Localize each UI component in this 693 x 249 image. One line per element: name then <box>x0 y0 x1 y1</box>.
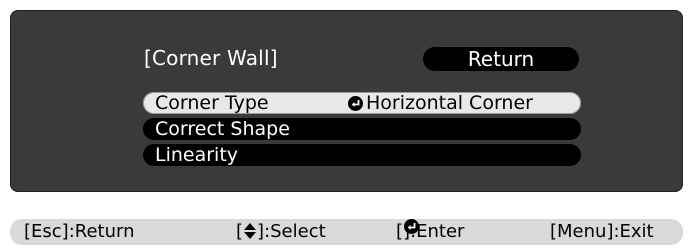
footer-select-hint: [ ]:Select <box>236 219 326 245</box>
return-button[interactable]: Return <box>423 47 579 71</box>
menu-action-label: :Exit <box>613 221 654 242</box>
menu-item-linearity[interactable]: Linearity <box>143 144 581 166</box>
menu-title: [Corner Wall] <box>144 46 278 70</box>
enter-icon <box>404 219 420 234</box>
footer-esc-hint: [Esc]:Return <box>24 219 135 245</box>
enter-key-open: [ <box>396 221 404 242</box>
esc-key-label: [Esc] <box>24 221 69 242</box>
select-key-open: [ <box>236 221 244 242</box>
corner-type-value-text: Horizontal Corner <box>366 92 533 114</box>
menu-item-label: Correct Shape <box>155 118 290 140</box>
menu-key-label: [Menu] <box>550 221 614 242</box>
menu-item-corner-type[interactable]: Corner Type Horizontal Corner <box>143 92 581 114</box>
menu-item-correct-shape[interactable]: Correct Shape <box>143 118 581 140</box>
menu-item-label: Corner Type <box>155 92 269 114</box>
help-footer-bar: [Esc]:Return [ ]:Select [ ]:Enter [Menu]… <box>10 219 683 245</box>
menu-item-label: Linearity <box>155 144 239 166</box>
up-down-arrow-icon <box>244 223 257 239</box>
corner-type-value[interactable]: Horizontal Corner <box>348 92 533 114</box>
corner-wall-menu-panel: [Corner Wall] Return Corner Type Horizon… <box>10 10 683 192</box>
footer-enter-hint: [ ]:Enter <box>396 219 464 245</box>
select-key-close: ] <box>257 221 265 242</box>
select-action-label: :Select <box>264 221 326 242</box>
esc-action-label: :Return <box>68 221 135 242</box>
footer-menu-hint: [Menu]:Exit <box>550 219 654 245</box>
enter-icon <box>348 95 363 111</box>
